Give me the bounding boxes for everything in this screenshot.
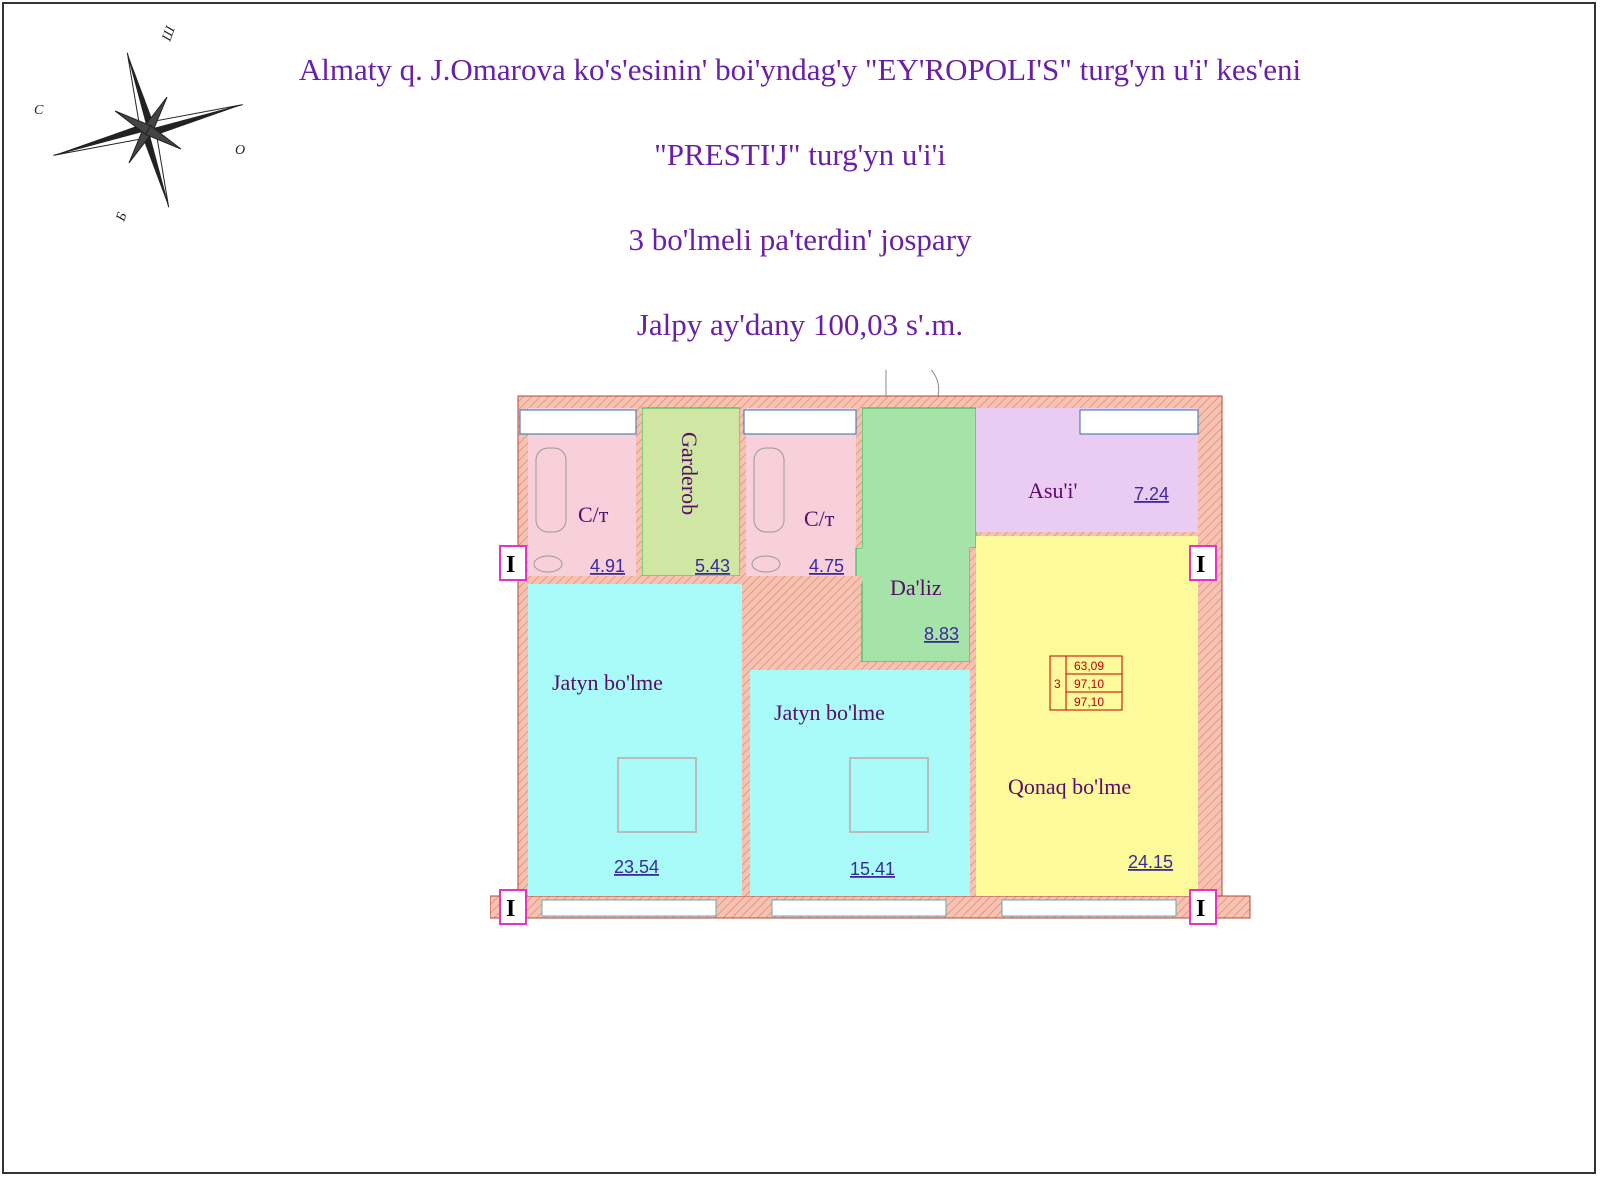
summary-rooms-count: 3 xyxy=(1054,677,1061,691)
wall-segment xyxy=(636,408,642,576)
wardrobe-name: Garderob xyxy=(677,432,702,515)
bath1-area: 4.91 xyxy=(590,556,625,576)
section-marker-label: I xyxy=(1196,896,1205,922)
section-marker: I xyxy=(499,889,527,925)
bath1-name: С/т xyxy=(578,502,609,527)
kitchen-area: 7.24 xyxy=(1134,484,1169,504)
hall-name: Da'liz xyxy=(890,575,942,600)
living-room xyxy=(976,536,1198,896)
bath2-name: С/т xyxy=(804,506,835,531)
wall-segment xyxy=(742,662,750,896)
bedroom2-name: Jatyn bo'lme xyxy=(774,700,885,725)
section-marker: I xyxy=(1189,545,1217,581)
section-marker-label: I xyxy=(506,552,515,578)
wall-segment xyxy=(970,548,976,896)
wall-segment xyxy=(528,576,862,584)
wall-segment xyxy=(742,662,970,670)
section-marker: I xyxy=(1189,889,1217,925)
compass-letter-east: Ш xyxy=(159,23,179,44)
compass-rose-icon: С Ш О Б xyxy=(34,23,245,224)
compass-letter-west: Б xyxy=(113,210,130,224)
section-marker: I xyxy=(499,545,527,581)
summary-value-3: 97,10 xyxy=(1074,695,1104,709)
section-marker-label: I xyxy=(506,896,515,922)
wall-segment xyxy=(856,408,862,548)
bedroom1-area: 23.54 xyxy=(614,857,659,877)
summary-value-2: 97,10 xyxy=(1074,677,1104,691)
kitchen-name: Asu'i' xyxy=(1028,478,1078,503)
hall-area: 8.83 xyxy=(924,624,959,644)
window xyxy=(771,899,947,917)
entry-door-icon xyxy=(885,370,940,397)
bedroom1-name: Jatyn bo'lme xyxy=(552,670,663,695)
window xyxy=(1001,899,1177,917)
compass-letter-south: О xyxy=(235,143,245,158)
living-area: 24.15 xyxy=(1128,852,1173,872)
window xyxy=(541,899,717,917)
bath2-counter-icon xyxy=(743,409,857,435)
summary-value-1: 63,09 xyxy=(1074,659,1104,673)
living-name: Qonaq bo'lme xyxy=(1008,774,1131,799)
bath1-counter-icon xyxy=(519,409,637,435)
wardrobe-area: 5.43 xyxy=(695,556,730,576)
section-marker-label: I xyxy=(1196,552,1205,578)
bedroom2-area: 15.41 xyxy=(850,859,895,879)
title-line-4: Jalpy ay'dany 100,03 s'.m. xyxy=(636,307,964,342)
bath2-area: 4.75 xyxy=(809,556,844,576)
compass-letter-north: С xyxy=(34,103,44,118)
bedroom1-room xyxy=(528,584,742,896)
kitchen-counter-icon xyxy=(1079,409,1199,435)
floor-plan: С/т 4.91 Garderob 5.43 С/т 4.75 Da'liz 8… xyxy=(490,370,1251,925)
